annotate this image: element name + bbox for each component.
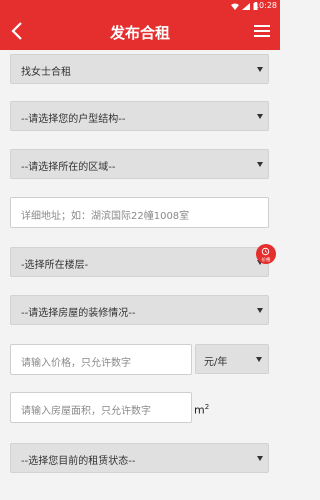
floating-price-button[interactable]: 价格 [256,244,276,264]
gender-select-value: 找女士合租 [21,67,71,78]
floor-select-value: -选择所在楼层- [21,260,89,271]
chevron-down-icon [257,308,263,313]
layout-select[interactable]: --请选择您的户型结构-- [10,101,269,131]
size-input[interactable]: 请输入房屋面积，只允许数字 [10,392,192,423]
gender-select[interactable]: 找女士合租 [10,54,269,84]
wifi-icon [231,3,239,10]
price-input[interactable]: 请输入价格，只允许数字 [10,344,192,375]
size-unit-label: m2 [194,403,209,417]
price-unit-value: 元/年 [204,357,228,368]
chevron-down-icon [257,114,263,119]
address-input[interactable]: 详细地址；如：湖滨国际22幢1008室 [10,197,269,228]
signal-icon [242,2,250,10]
size-placeholder: 请输入房屋面积，只允许数字 [21,406,151,417]
rent-status-select[interactable]: --选择您目前的租赁状态-- [10,443,269,473]
chevron-down-icon [256,357,262,362]
decoration-select[interactable]: --请选择房屋的装修情况-- [10,295,269,325]
chevron-down-icon [257,162,263,167]
chevron-down-icon [257,456,263,461]
size-unit-sup: 2 [204,403,210,411]
status-bar: 10:28 [0,0,280,13]
price-placeholder: 请输入价格，只允许数字 [21,358,131,369]
chevron-down-icon [257,67,263,72]
floor-select[interactable]: -选择所在楼层- [10,247,269,277]
layout-select-value: --请选择您的户型结构-- [21,114,126,125]
decoration-select-value: --请选择房屋的装修情况-- [21,308,136,319]
rent-status-select-value: --选择您目前的租赁状态-- [21,456,136,467]
app-header: 发布合租 [0,13,280,50]
status-time: 10:28 [253,1,277,10]
area-select[interactable]: --请选择所在的区域-- [10,149,269,179]
page-title: 发布合租 [109,24,170,42]
price-unit-select[interactable]: 元/年 [195,344,269,374]
address-placeholder: 详细地址；如：湖滨国际22幢1008室 [21,211,190,222]
area-select-value: --请选择所在的区域-- [21,162,116,173]
size-unit: m [194,403,205,417]
menu-icon[interactable] [252,21,272,41]
refresh-icon [261,247,270,256]
floating-button-label: 价格 [261,258,271,263]
